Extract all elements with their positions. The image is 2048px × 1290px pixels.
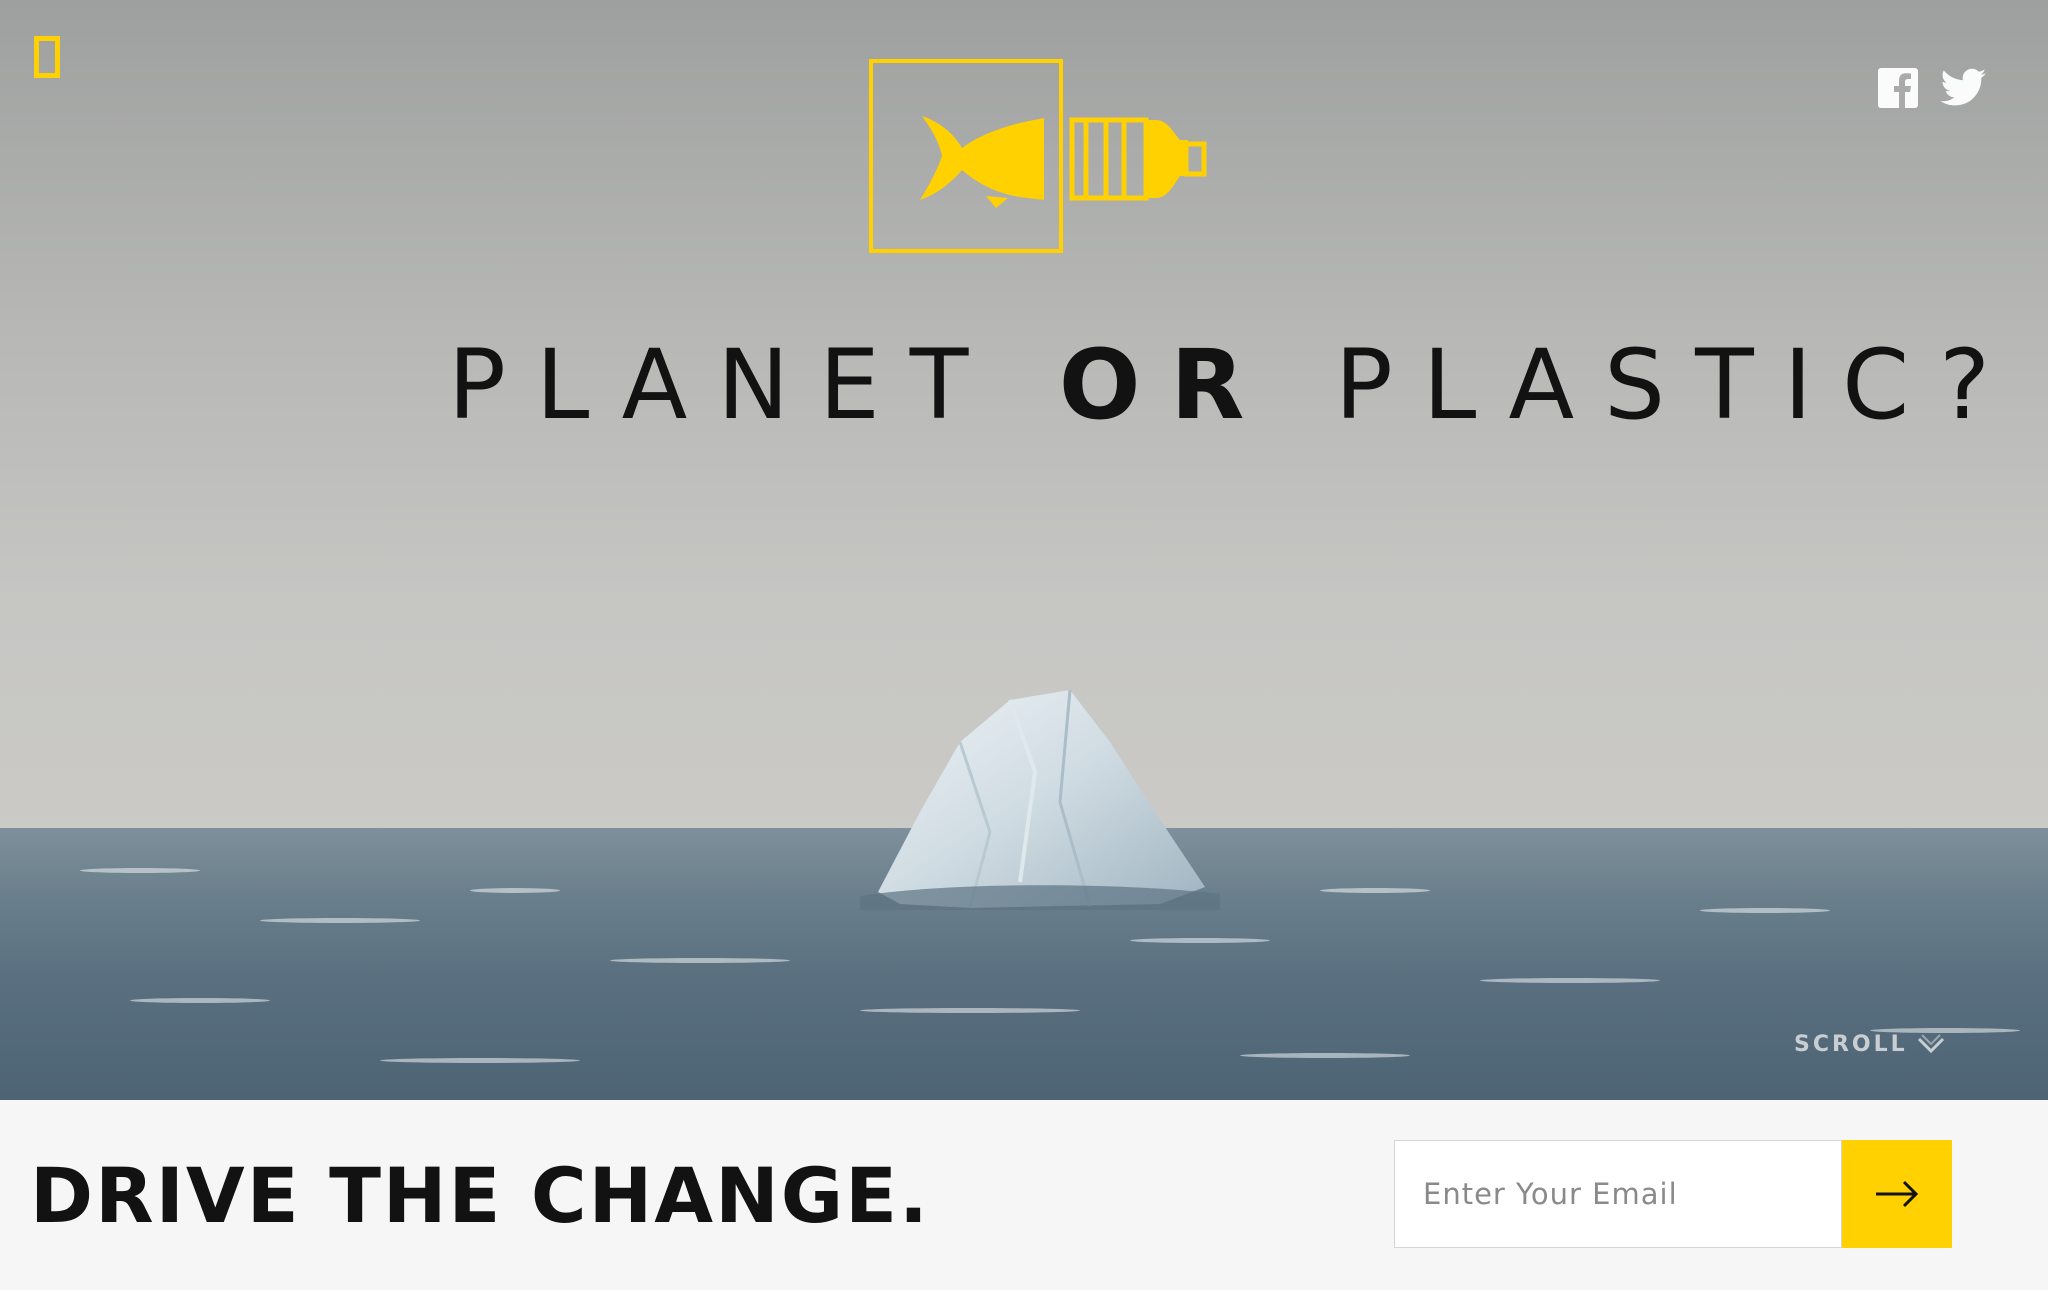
wave-highlight <box>1240 1053 1410 1058</box>
cta-headline: DRIVE THE CHANGE. <box>30 1151 930 1240</box>
scroll-indicator[interactable]: SCROLL <box>1794 1032 1946 1057</box>
chevron-down-icon <box>1917 1033 1944 1053</box>
submit-button[interactable] <box>1842 1140 1952 1248</box>
headline-or: OR <box>1058 329 1275 441</box>
wave-highlight <box>1700 908 1830 913</box>
headline-plastic: PLASTIC? <box>1334 329 2021 441</box>
wave-highlight <box>130 998 270 1003</box>
wave-highlight <box>80 868 200 873</box>
fish-bottle-icon <box>869 59 1207 253</box>
wave-highlight <box>260 918 420 923</box>
arrow-right-icon <box>1876 1180 1919 1208</box>
wave-highlight <box>1480 978 1660 983</box>
twitter-icon[interactable] <box>1940 68 1986 108</box>
wave-highlight <box>470 888 560 893</box>
wave-highlight <box>860 1008 1080 1013</box>
hero-section: PLANET OR PLASTIC? SCROLL <box>0 0 2048 1100</box>
headline-planet: PLANET <box>448 329 999 441</box>
page-title: PLANET OR PLASTIC? <box>448 329 1990 441</box>
wave-highlight <box>610 958 790 963</box>
facebook-icon[interactable] <box>1878 68 1918 108</box>
national-geographic-logo-icon[interactable] <box>34 36 60 78</box>
scroll-label: SCROLL <box>1794 1032 1908 1057</box>
wave-highlight <box>1130 938 1270 943</box>
email-field[interactable] <box>1394 1140 1842 1248</box>
wave-highlight <box>1320 888 1430 893</box>
wave-highlight <box>380 1058 580 1063</box>
plastic-bag-iceberg <box>860 689 1220 910</box>
